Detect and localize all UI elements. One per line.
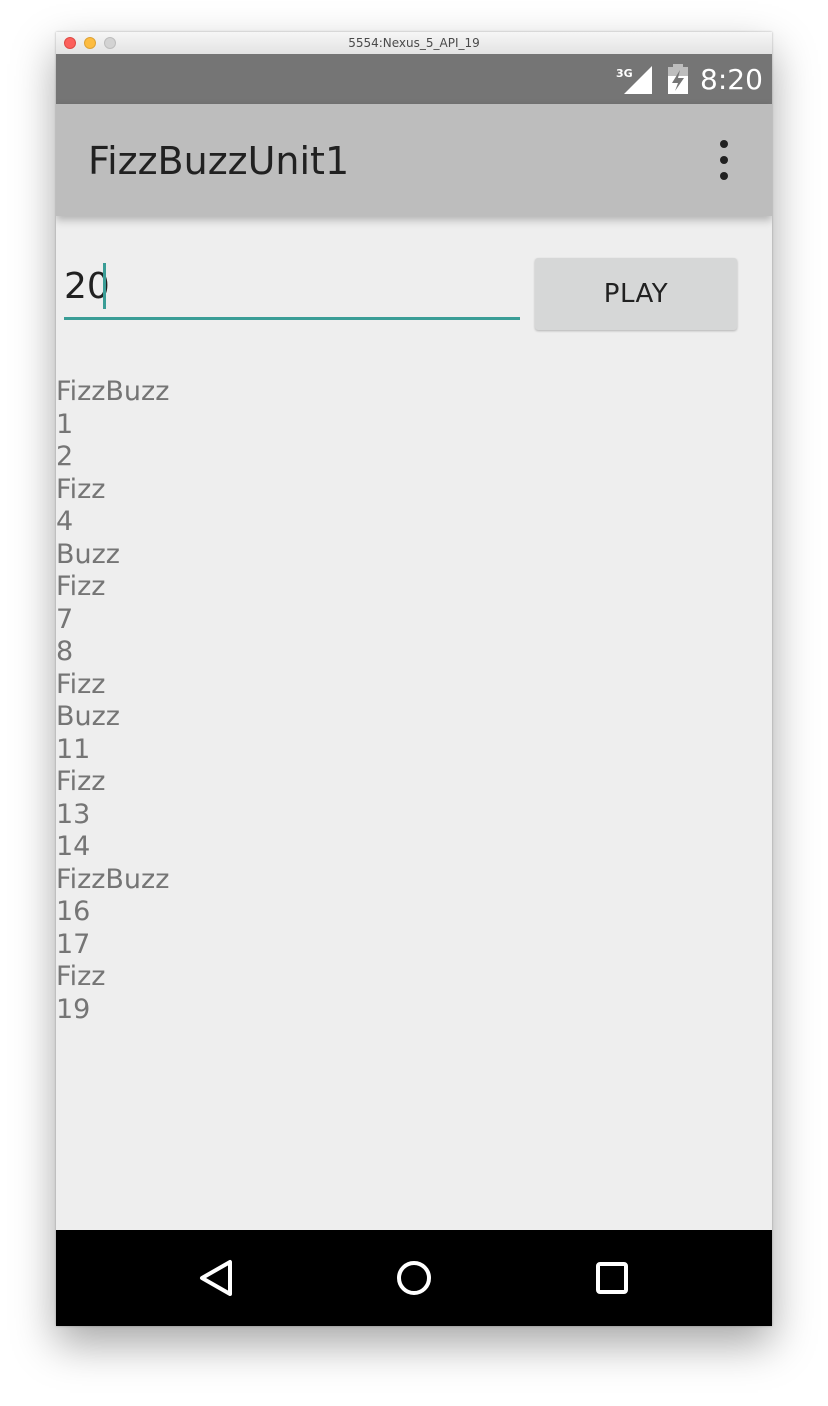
output-line: Fizz	[56, 571, 106, 602]
battery-charging-icon	[668, 64, 688, 94]
navigation-bar	[56, 1230, 772, 1326]
output-line: 16	[56, 896, 91, 927]
output-line: 8	[56, 636, 74, 667]
output-line: 13	[56, 798, 91, 830]
output-line: 19	[56, 993, 91, 1025]
window-title: 5554:Nexus_5_API_19	[348, 36, 480, 50]
output-line: Fizz	[56, 668, 106, 700]
output-line: 1	[56, 408, 74, 440]
output-line: Fizz	[56, 766, 106, 797]
number-input[interactable]	[64, 256, 520, 320]
text-cursor	[103, 263, 106, 309]
output-line: FizzBuzz	[56, 376, 170, 407]
home-icon[interactable]	[386, 1254, 442, 1302]
output-line: FizzBuzz	[56, 863, 170, 895]
output-line: 7	[56, 603, 74, 635]
play-button[interactable]: PLAY	[535, 258, 737, 330]
output-line: Buzz	[56, 701, 120, 732]
output-line: Fizz	[56, 473, 106, 505]
back-icon[interactable]	[188, 1254, 244, 1302]
status-time: 8:20	[700, 63, 763, 96]
output-line: 14	[56, 831, 91, 862]
fizzbuzz-output: FizzBuzz 1 2 Fizz 4 Buzz Fizz 7 8 Fizz B…	[56, 376, 169, 1026]
more-vert-icon[interactable]	[700, 134, 748, 186]
output-line: Fizz	[56, 961, 106, 992]
signal-icon: 3G	[616, 66, 652, 94]
output-line: 2	[56, 441, 74, 472]
app-toolbar: FizzBuzzUnit1	[56, 104, 772, 216]
output-line: 11	[56, 733, 91, 765]
output-line: Buzz	[56, 538, 120, 570]
emulator-window: 5554:Nexus_5_API_19 3G 8:20 FizzBuzzUnit…	[56, 32, 772, 1326]
network-type-label: 3G	[616, 67, 633, 80]
status-bar: 3G 8:20	[56, 54, 772, 104]
output-line: 4	[56, 506, 74, 537]
app-title: FizzBuzzUnit1	[88, 139, 350, 183]
main-content: PLAY FizzBuzz 1 2 Fizz 4 Buzz Fizz 7 8 F…	[56, 216, 772, 1230]
output-line: 17	[56, 928, 91, 960]
recents-icon[interactable]	[584, 1254, 640, 1302]
window-titlebar: 5554:Nexus_5_API_19	[56, 32, 772, 55]
